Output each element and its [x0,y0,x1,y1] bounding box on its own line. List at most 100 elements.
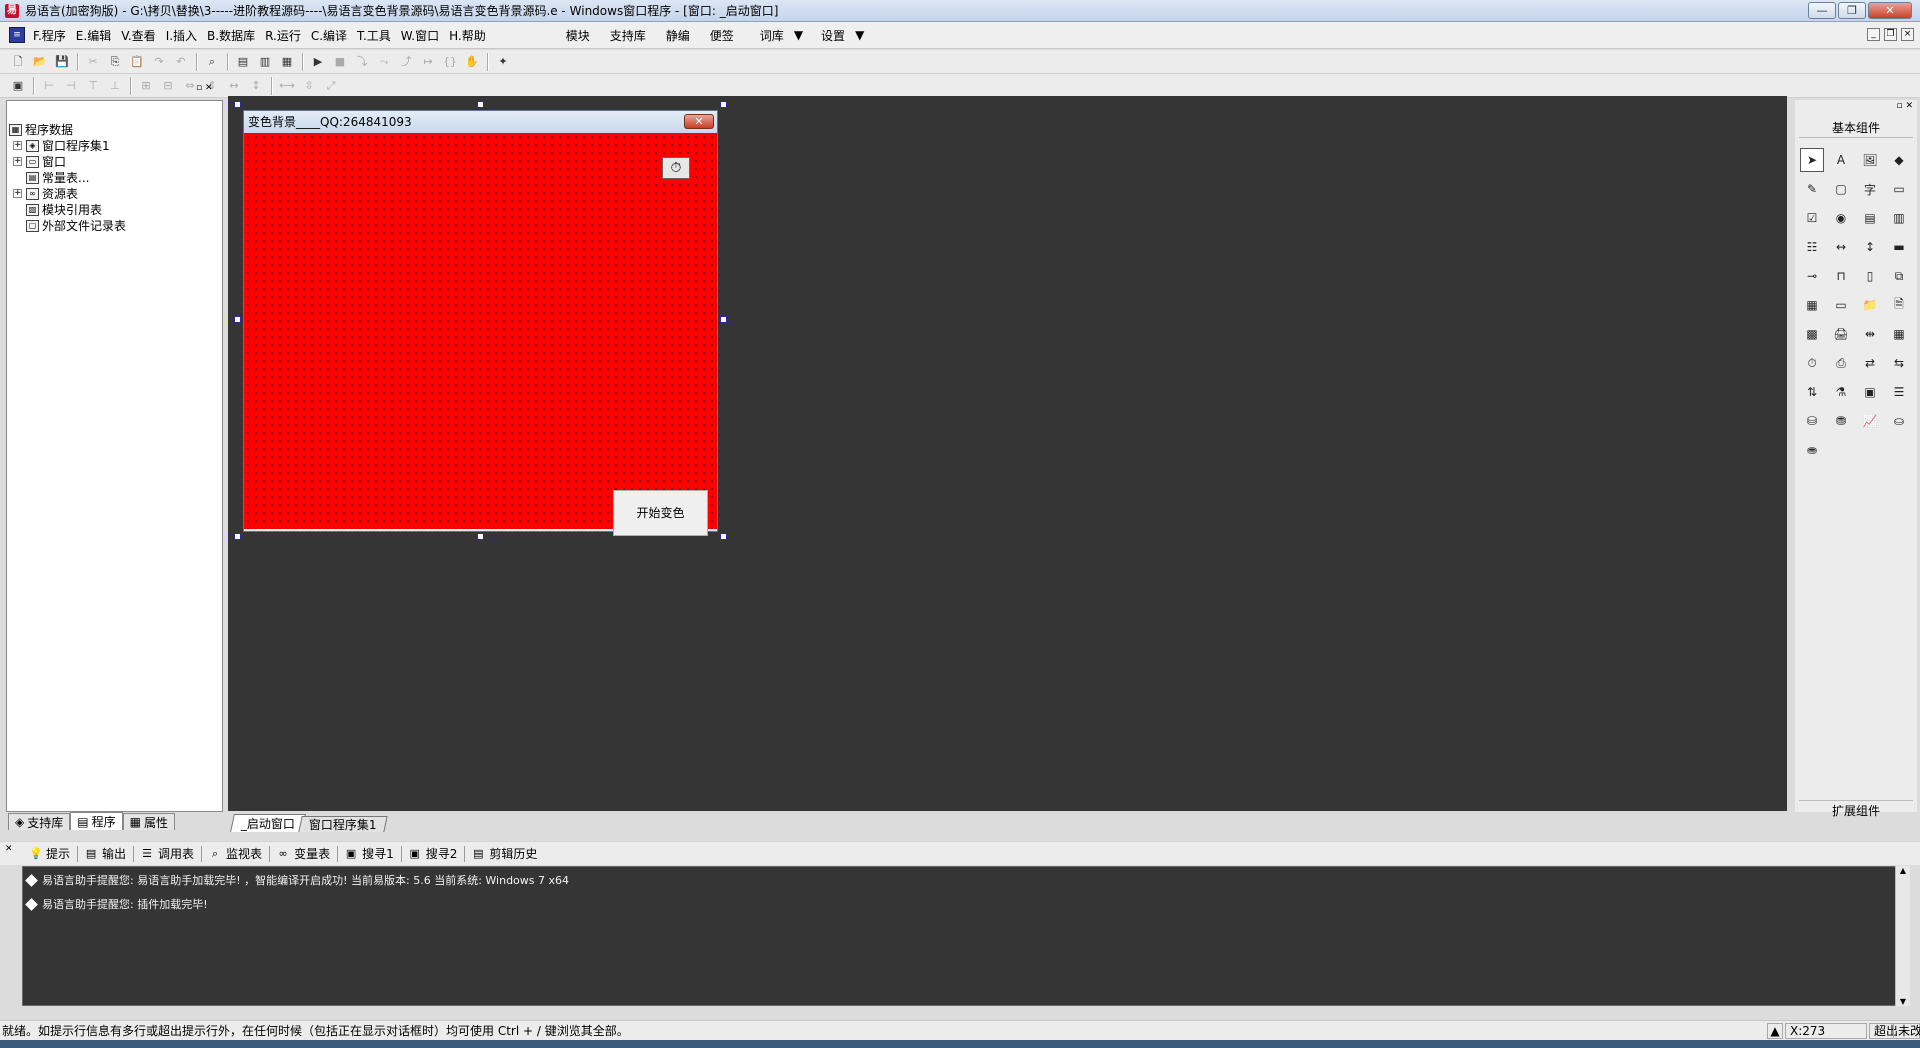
timer-component-icon[interactable]: ⏱ [662,157,690,179]
new-file-icon[interactable]: 🗋 [9,53,27,71]
menu-module[interactable]: 模块 [561,27,595,44]
hscroll-icon[interactable]: ↔ [1829,235,1853,259]
space-horizontal-icon[interactable]: ↔ [225,77,243,95]
minimize-button[interactable]: — [1808,2,1836,19]
chart-icon[interactable]: 📈 [1858,409,1882,433]
drive-icon[interactable]: ▯ [1858,264,1882,288]
tab-properties[interactable]: ▦ 属性 [122,813,175,830]
print-preview-icon[interactable]: ⎙ [1829,351,1853,375]
edit-box-icon[interactable]: ✎ [1800,177,1824,201]
vscroll-icon[interactable]: ↕ [1858,235,1882,259]
layout-2-icon[interactable]: ▥ [256,53,274,71]
panel-dock-icon[interactable]: ▫ ✕ [1896,101,1913,111]
close-button[interactable]: ✕ [1868,2,1912,19]
stop-icon[interactable]: ■ [331,53,349,71]
size-width-icon[interactable]: ⟷ [278,77,296,95]
step-over-icon[interactable]: ⤳ [375,53,393,71]
menu-view[interactable]: V.查看 [116,27,160,44]
client-icon[interactable]: ⇅ [1800,380,1824,404]
transfer-icon[interactable]: ⇄ [1858,351,1882,375]
menu-static-compile[interactable]: 静编 [661,27,695,44]
mdi-minimize-icon[interactable]: _ [1867,28,1880,41]
tree-item-constants[interactable]: ▤ 常量表... [26,170,89,185]
cut-icon[interactable]: ✂ [84,53,102,71]
scroll-up-icon[interactable]: ▲ [1896,866,1910,875]
tree-item-resources[interactable]: + ∞ 资源表 [13,186,78,201]
redo-icon[interactable]: ↷ [150,53,168,71]
tree-item-assembly[interactable]: + ◈ 窗口程序集1 [13,138,110,153]
db-provider-icon[interactable]: ⛁ [1800,409,1824,433]
tab-program[interactable]: ▤ 程序 [70,812,123,830]
step-out-icon[interactable]: ⤴ [397,53,415,71]
menu-run[interactable]: R.运行 [260,27,306,44]
start-color-change-button[interactable]: 开始变色 [613,490,708,536]
scroll-up-icon[interactable]: ▲ [1767,1023,1783,1039]
grid-table-icon[interactable]: ☰ [1887,380,1911,404]
scroll-down-icon[interactable]: ▼ [1896,997,1910,1006]
resize-handle[interactable] [234,533,241,540]
size-both-icon[interactable]: ⤢ [322,77,340,95]
output-close-icon[interactable]: ✕ [5,844,13,854]
layout-1-icon[interactable]: ▤ [234,53,252,71]
output-scrollbar[interactable]: ▲ ▼ [1895,866,1910,1006]
tree-item-module-refs[interactable]: ▧ 模块引用表 [26,202,102,217]
size-height-icon[interactable]: ⇳ [300,77,318,95]
picture-icon[interactable]: 🖼 [1858,148,1882,172]
menu-notes[interactable]: 便签 [705,27,739,44]
checklist-icon[interactable]: ☷ [1800,235,1824,259]
plugin-icon[interactable]: ✦ [494,53,512,71]
server-icon[interactable]: ⚗ [1829,380,1853,404]
expand-icon[interactable]: + [13,189,22,198]
groupbox-icon[interactable]: ▭ [1887,177,1911,201]
form-close-icon[interactable]: ✕ [684,114,714,129]
menu-edit[interactable]: E.编辑 [71,27,116,44]
resize-handle[interactable] [720,101,727,108]
align-top-icon[interactable]: ⊤ [84,77,102,95]
tab-watch-table[interactable]: ⌕ 监视表 [202,845,271,862]
tab-call-table[interactable]: ☰ 调用表 [134,845,203,862]
color-picker-icon[interactable]: ▩ [1800,322,1824,346]
button-icon[interactable]: ▭ [1829,293,1853,317]
mdi-close-icon[interactable]: × [1901,28,1914,41]
resize-handle[interactable] [234,316,241,323]
settings-dropdown-icon[interactable]: ▼ [850,28,869,42]
file-icon[interactable]: 🗎 [1887,293,1911,317]
align-left-icon[interactable]: ⊢ [40,77,58,95]
center-horizontal-icon[interactable]: ⊞ [137,77,155,95]
menu-program[interactable]: F.程序 [28,27,71,44]
pointer-icon[interactable]: ➤ [1800,148,1824,172]
db-connect-icon[interactable]: ⛃ [1829,409,1853,433]
resize-handle[interactable] [720,533,727,540]
form-client-area[interactable]: ⏱ 开始变色 [244,133,717,536]
menu-compile[interactable]: C.编译 [306,27,352,44]
odbc-icon[interactable]: ⛀ [1887,409,1911,433]
tab-search1[interactable]: ▣ 搜寻1 [338,845,402,862]
menu-help[interactable]: H.帮助 [444,27,491,44]
expand-icon[interactable]: + [13,157,22,166]
resize-handle[interactable] [477,533,484,540]
tab-window-assembly[interactable]: 窗口程序集1 [298,816,388,832]
paste-icon[interactable]: 📋 [128,53,146,71]
tab-clip-history[interactable]: ▤ 剪辑历史 [465,846,544,862]
center-vertical-icon[interactable]: ⊟ [159,77,177,95]
tab-startup-window[interactable]: _启动窗口 [230,814,306,832]
restore-button[interactable]: ❐ [1838,2,1866,19]
resize-handle[interactable] [234,101,241,108]
label-icon[interactable]: A [1829,148,1853,172]
thesaurus-dropdown-icon[interactable]: ▼ [789,28,808,42]
tab-variable-table[interactable]: ∞ 变量表 [270,845,339,862]
open-file-icon[interactable]: 📂 [31,53,49,71]
basic-components-header[interactable]: 基本组件 [1799,118,1913,138]
tree-item-window[interactable]: + ▭ 窗口 [13,154,66,169]
tab-output[interactable]: ▤ 输出 [78,845,135,862]
image-list-icon[interactable]: ⧉ [1887,264,1911,288]
align-right-icon[interactable]: ⊣ [62,77,80,95]
tab-search2[interactable]: ▣ 搜寻2 [402,845,466,862]
tab-hint[interactable]: 💡 提示 [22,845,79,862]
resize-handle[interactable] [477,101,484,108]
mdi-document-icon[interactable]: ≡ [9,27,25,43]
resize-handle[interactable] [720,316,727,323]
printer-icon[interactable]: 🖨 [1829,322,1853,346]
timer-icon[interactable]: ⏱ [1800,351,1824,375]
listbox-icon[interactable]: ▥ [1887,206,1911,230]
